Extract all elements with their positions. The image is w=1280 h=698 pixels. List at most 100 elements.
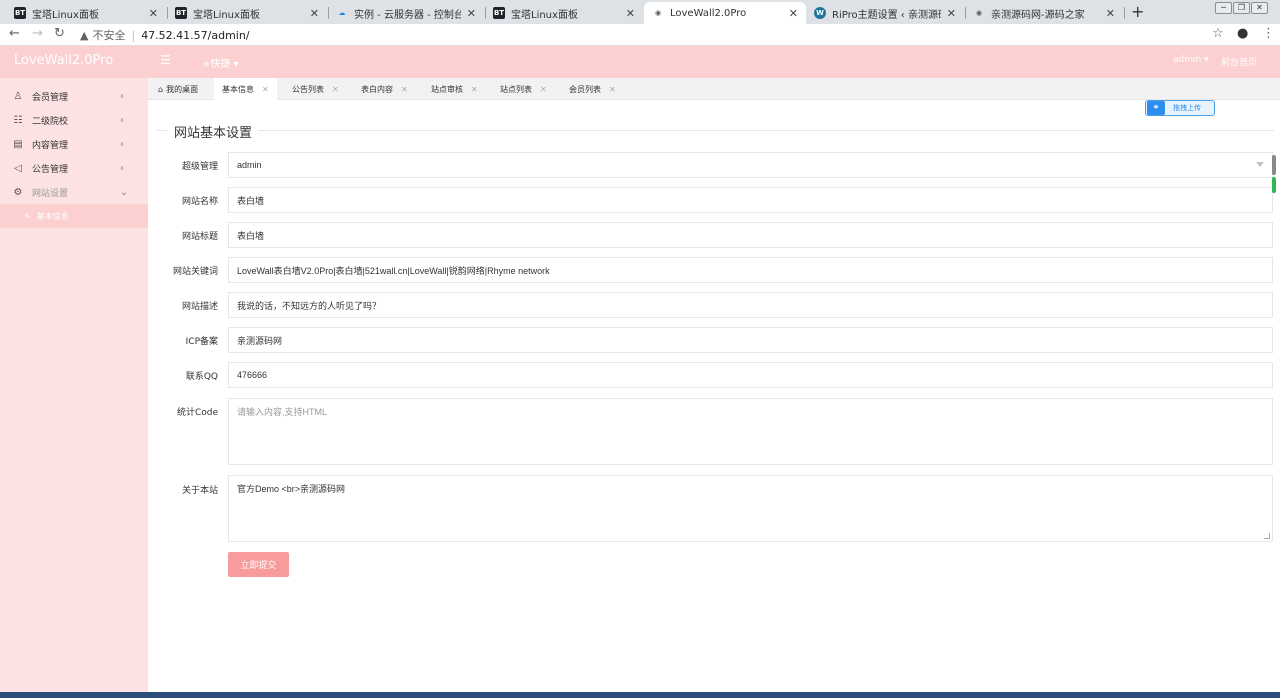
close-icon[interactable]: ✕ [471, 85, 478, 94]
tab-label: 站点列表 [500, 84, 532, 94]
main-content: ⚭ 拖拽上传 网站基本设置 超级管理 admin 网站名称 表白墙 网站标题 表… [148, 100, 1280, 698]
select-value: admin [237, 160, 262, 170]
browser-tab[interactable]: BT 宝塔Linux面板 ✕ [485, 2, 643, 24]
close-icon[interactable]: ✕ [149, 7, 158, 20]
about-textarea[interactable]: 官方Demo <br>亲测源码网 [228, 475, 1273, 542]
super-admin-select[interactable]: admin [228, 152, 1273, 178]
bt-icon: BT [493, 7, 505, 19]
browser-tab-title: 宝塔Linux面板 [511, 9, 578, 21]
sidebar-item-site-settings[interactable]: ⚙ 网站设置 ⌄ [0, 180, 148, 204]
user-name: admin [1173, 55, 1202, 65]
globe-icon: ◉ [975, 9, 983, 17]
page-title: 网站基本设置 [168, 122, 259, 141]
resize-handle-icon[interactable] [1264, 533, 1270, 539]
new-tab-button[interactable]: + [1131, 2, 1144, 22]
browser-tab[interactable]: W RiPro主题设置 ‹ 亲测源码网 — V ✕ [806, 2, 964, 24]
scrollbar[interactable] [1272, 155, 1278, 195]
close-window-icon[interactable]: ✕ [1251, 2, 1268, 14]
url-field[interactable]: ▲ 不安全 | 47.52.41.57/admin/ [80, 27, 250, 43]
browser-tab[interactable]: BT 宝塔Linux面板 ✕ [167, 2, 327, 24]
stats-code-textarea[interactable]: 请输入内容,支持HTML [228, 398, 1273, 465]
tab-label: 表白内容 [361, 84, 393, 94]
close-icon[interactable]: ✕ [467, 7, 476, 20]
tab-confession-content[interactable]: 表白内容 ✕ [353, 78, 416, 100]
close-icon[interactable]: ✕ [262, 85, 269, 94]
tab-announcement-list[interactable]: 公告列表 ✕ [284, 78, 347, 100]
quick-menu[interactable]: +快捷 ▾ [202, 55, 239, 70]
scroll-indicator [1272, 177, 1276, 193]
front-page-link[interactable]: 前台首页 [1221, 55, 1257, 68]
close-icon[interactable]: ✕ [947, 7, 956, 20]
chevron-left-icon: ‹ [120, 90, 124, 102]
restore-icon[interactable]: ❐ [1233, 2, 1250, 14]
submit-button[interactable]: 立即提交 [228, 552, 289, 577]
home-icon: ⌂ [158, 84, 164, 94]
sidebar-item-announcements[interactable]: ◁ 公告管理 ‹ [0, 156, 148, 180]
sidebar-item-label: 网站设置 [32, 188, 69, 199]
tab-basic-info[interactable]: 基本信息 ✕ [214, 78, 277, 100]
speaker-icon: ◁ [14, 162, 22, 174]
close-icon[interactable]: ✕ [1106, 7, 1115, 20]
browser-tab[interactable]: ☁ 实例 - 云服务器 - 控制台 ✕ [328, 2, 484, 24]
reload-icon[interactable]: ↻ [54, 26, 65, 41]
close-icon[interactable]: ✕ [332, 85, 339, 94]
logo: LoveWall2.0Pro [14, 53, 114, 68]
chevron-left-icon: ‹ [120, 114, 124, 126]
close-icon[interactable]: ✕ [626, 7, 635, 20]
sidebar-item-content[interactable]: ▤ 内容管理 ‹ [0, 132, 148, 156]
scrollbar-thumb[interactable] [1272, 155, 1276, 175]
document-icon: ▤ [13, 138, 23, 150]
window-controls: ─ ❐ ✕ [1214, 2, 1268, 14]
fieldset-divider [156, 130, 1274, 131]
gear-icon: ⚙ [13, 186, 23, 198]
close-icon[interactable]: ✕ [609, 85, 616, 94]
insecure-label: 不安全 [92, 29, 126, 42]
tab-label: 会员列表 [569, 84, 601, 94]
browser-tab-title: 宝塔Linux面板 [193, 9, 260, 21]
sidebar: ♙ 会员管理 ‹ ☷ 二级院校 ‹ ▤ 内容管理 ‹ ◁ 公告管理 ‹ ⚙ 网站… [0, 78, 148, 698]
tab-desktop[interactable]: ⌂ 我的桌面 [150, 78, 206, 100]
menu-dots-icon[interactable]: ⋮ [1262, 26, 1275, 41]
account-icon[interactable]: ● [1237, 26, 1248, 41]
edit-icon: ✎ [24, 211, 31, 221]
close-icon[interactable]: ✕ [401, 85, 408, 94]
sidebar-item-colleges[interactable]: ☷ 二级院校 ‹ [0, 108, 148, 132]
minimize-icon[interactable]: ─ [1215, 2, 1232, 14]
browser-tab-active[interactable]: ◉ LoveWall2.0Pro ✕ [644, 2, 806, 24]
user-menu[interactable]: admin ▾ [1173, 55, 1209, 65]
tab-site-review[interactable]: 站点审核 ✕ [423, 78, 486, 100]
sidebar-item-label: 会员管理 [32, 92, 69, 103]
forward-arrow-icon[interactable]: → [32, 26, 43, 41]
close-icon[interactable]: ✕ [540, 85, 547, 94]
qq-input[interactable]: 476666 [228, 362, 1273, 388]
browser-tab-title: 实例 - 云服务器 - 控制台 [354, 9, 461, 21]
site-name-input[interactable]: 表白墙 [228, 187, 1273, 213]
chevron-left-icon: ‹ [120, 138, 124, 150]
close-icon[interactable]: ✕ [310, 7, 319, 20]
back-arrow-icon[interactable]: ← [9, 26, 20, 41]
keywords-input[interactable]: LoveWall表白墙V2.0Pro|表白墙|521wall.cn|LoveWa… [228, 257, 1273, 283]
site-title-input[interactable]: 表白墙 [228, 222, 1273, 248]
globe-icon: ◉ [654, 9, 662, 17]
tab-member-list[interactable]: 会员列表 ✕ [561, 78, 624, 100]
browser-tab-title: LoveWall2.0Pro [670, 7, 747, 19]
browser-tab[interactable]: BT 宝塔Linux面板 ✕ [6, 2, 166, 24]
field-label: 关于本站 [181, 486, 218, 496]
user-icon: ♙ [13, 90, 23, 102]
sidebar-item-members[interactable]: ♙ 会员管理 ‹ [0, 84, 148, 108]
tab-site-list[interactable]: 站点列表 ✕ [492, 78, 555, 100]
icp-input[interactable]: 亲测源码网 [228, 327, 1273, 353]
tab-separator [1124, 7, 1125, 19]
field-label: 网站名称 [181, 197, 218, 207]
browser-tab-strip: BT 宝塔Linux面板 ✕ BT 宝塔Linux面板 ✕ ☁ 实例 - 云服务… [0, 0, 1280, 24]
close-icon[interactable]: ✕ [789, 7, 798, 20]
menu-toggle-icon[interactable]: ☰ [160, 53, 171, 67]
description-input[interactable]: 我说的话，不知远方的人听见了吗？ [228, 292, 1273, 318]
tab-label: 我的桌面 [166, 84, 199, 94]
star-icon[interactable]: ☆ [1212, 26, 1224, 41]
browser-tab[interactable]: ◉ 亲测源码网-源码之家 ✕ [965, 2, 1123, 24]
drag-upload-button[interactable]: ⚭ 拖拽上传 [1145, 100, 1215, 116]
chevron-left-icon: ‹ [120, 162, 124, 174]
sidebar-subitem-basic-info[interactable]: ✎ 基本信息 [0, 204, 148, 228]
field-label: 网站关键词 [172, 267, 218, 277]
